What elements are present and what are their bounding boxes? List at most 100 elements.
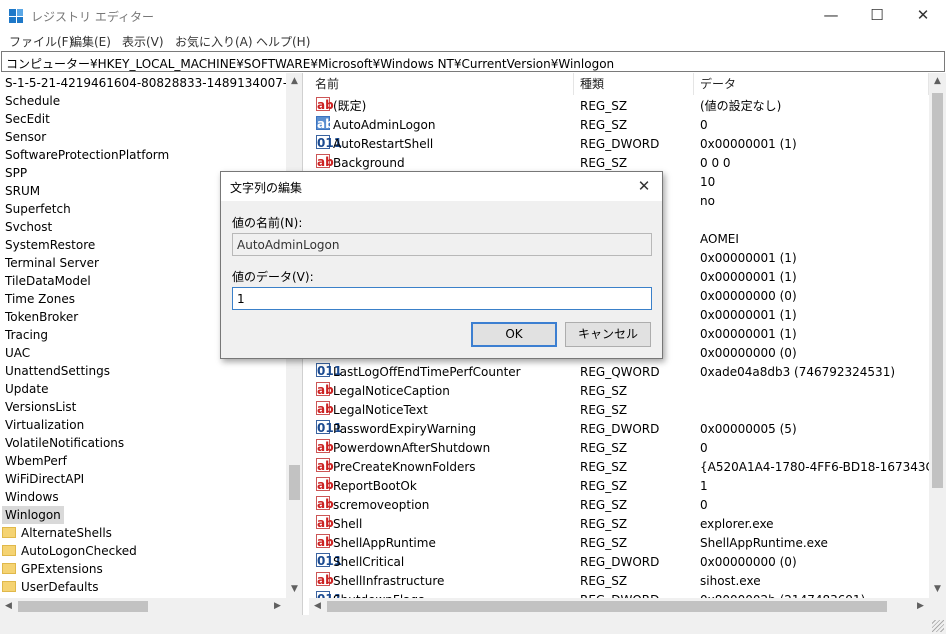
close-button[interactable]: ✕	[900, 0, 946, 30]
scroll-right-arrow-icon[interactable]: ▶	[912, 598, 929, 615]
value-data: 0x00000000 (0)	[700, 555, 797, 569]
tree-child-item[interactable]: AutoLogonChecked	[2, 542, 137, 560]
scroll-down-arrow-icon[interactable]: ▼	[286, 581, 302, 598]
tree-item[interactable]: UAC	[5, 344, 30, 362]
list-hscroll-thumb[interactable]	[327, 601, 887, 612]
value-type: REG_SZ	[580, 118, 628, 132]
tree-item-selected[interactable]: Winlogon	[2, 506, 64, 524]
value-data: 0x00000001 (1)	[700, 137, 797, 151]
tree-item[interactable]: Svchost	[5, 218, 52, 236]
tree-child-item[interactable]: GPExtensions	[2, 560, 103, 578]
minimize-button[interactable]: —	[808, 0, 854, 30]
value-name-label: 値の名前(N):	[232, 216, 303, 230]
menu-file[interactable]: ファイル(F)	[9, 33, 73, 50]
value-type: REG_SZ	[580, 479, 628, 493]
tree-item[interactable]: SoftwareProtectionPlatform	[5, 146, 169, 164]
tree-item[interactable]: Terminal Server	[5, 254, 99, 272]
tree-item[interactable]: WbemPerf	[5, 452, 67, 470]
value-row[interactable]: ab scremoveoption REG_SZ 0	[309, 496, 929, 515]
maximize-button[interactable]: ☐	[854, 0, 900, 30]
tree-item[interactable]: WiFiDirectAPI	[5, 470, 84, 488]
resize-grip-icon[interactable]	[932, 620, 944, 632]
menu-view[interactable]: 表示(V)	[122, 33, 164, 50]
value-data: 0x00000001 (1)	[700, 308, 797, 322]
string-value-icon: ab	[316, 401, 334, 416]
tree-item[interactable]: VersionsList	[5, 398, 76, 416]
value-type: REG_SZ	[580, 384, 628, 398]
menu-edit[interactable]: 編集(E)	[70, 33, 111, 50]
value-row[interactable]: 011 LastLogOffEndTimePerfCounter REG_QWORD…	[309, 363, 929, 382]
column-header-name[interactable]: 名前	[309, 73, 574, 95]
value-data: 0x00000005 (5)	[700, 422, 797, 436]
scroll-up-arrow-icon[interactable]: ▲	[929, 73, 946, 90]
tree-item[interactable]: SPP	[5, 164, 27, 182]
value-row[interactable]: ab PowerdownAfterShutdown REG_SZ 0	[309, 439, 929, 458]
value-data: explorer.exe	[700, 517, 774, 531]
tree-item[interactable]: Windows	[5, 488, 59, 506]
list-vertical-scrollbar[interactable]: ▲ ▼	[929, 73, 946, 598]
tree-item[interactable]: VolatileNotifications	[5, 434, 124, 452]
dialog-close-button[interactable]: ✕	[632, 174, 656, 198]
value-row[interactable]: ab ShellAppRuntime REG_SZ ShellAppRuntime.e…	[309, 534, 929, 553]
tree-item[interactable]: TileDataModel	[5, 272, 91, 290]
value-name: ShellInfrastructure	[333, 574, 445, 588]
value-data-label: 値のデータ(V):	[232, 270, 314, 284]
tree-item[interactable]: SRUM	[5, 182, 40, 200]
scroll-left-arrow-icon[interactable]: ◀	[0, 598, 17, 615]
ok-button[interactable]: OK	[471, 322, 557, 347]
value-row[interactable]: 011 AutoRestartShell REG_DWORD 0x00000001 (…	[309, 135, 929, 154]
tree-hscroll-thumb[interactable]	[18, 601, 148, 612]
tree-item[interactable]: Tracing	[5, 326, 48, 344]
value-row[interactable]: ab LegalNoticeText REG_SZ	[309, 401, 929, 420]
tree-item[interactable]: Superfetch	[5, 200, 71, 218]
value-row[interactable]: 011 PasswordExpiryWarning REG_DWORD 0x00000…	[309, 420, 929, 439]
folder-icon	[2, 527, 16, 538]
tree-child-item[interactable]: AlternateShells	[2, 524, 112, 542]
value-type: REG_DWORD	[580, 137, 660, 151]
tree-horizontal-scrollbar[interactable]: ◀ ▶	[0, 598, 302, 615]
value-row[interactable]: ab (既定) REG_SZ (値の設定なし)	[309, 97, 929, 116]
scroll-right-arrow-icon[interactable]: ▶	[269, 598, 286, 615]
menu-help[interactable]: ヘルプ(H)	[256, 33, 310, 50]
tree-item[interactable]: Sensor	[5, 128, 46, 146]
tree-item[interactable]: Time Zones	[5, 290, 75, 308]
folder-icon	[2, 545, 16, 556]
address-bar[interactable]: コンピューター¥HKEY_LOCAL_MACHINE¥SOFTWARE¥Micr…	[1, 51, 945, 72]
string-value-icon: ab	[316, 534, 334, 549]
scroll-up-arrow-icon[interactable]: ▲	[286, 73, 302, 90]
cancel-button[interactable]: キャンセル	[565, 322, 651, 347]
tree-child-item[interactable]: UserDefaults	[2, 578, 98, 596]
value-type: REG_SZ	[580, 517, 628, 531]
list-horizontal-scrollbar[interactable]: ◀ ▶	[309, 598, 946, 615]
tree-item[interactable]: SecEdit	[5, 110, 50, 128]
scroll-down-arrow-icon[interactable]: ▼	[929, 581, 946, 598]
tree-item[interactable]: Schedule	[5, 92, 60, 110]
value-type: REG_DWORD	[580, 422, 660, 436]
value-name: LegalNoticeCaption	[333, 384, 450, 398]
column-header-type[interactable]: 種類	[574, 73, 694, 95]
value-data: (値の設定なし)	[700, 99, 782, 113]
value-row[interactable]: ab ReportBootOk REG_SZ 1	[309, 477, 929, 496]
value-data: 0x00000000 (0)	[700, 289, 797, 303]
tree-item[interactable]: S-1-5-21-4219461604-80828833-1489134007-…	[5, 74, 302, 92]
value-data: sihost.exe	[700, 574, 761, 588]
column-header-data[interactable]: データ	[694, 73, 929, 95]
list-scroll-thumb[interactable]	[932, 93, 943, 488]
scroll-left-arrow-icon[interactable]: ◀	[309, 598, 326, 615]
tree-item[interactable]: Virtualization	[5, 416, 84, 434]
menu-favorites[interactable]: お気に入り(A)	[175, 33, 253, 50]
value-row[interactable]: ab AutoAdminLogon REG_SZ 0	[309, 116, 929, 135]
value-name: LastLogOffEndTimePerfCounter	[333, 365, 521, 379]
value-row[interactable]: 011 ShellCritical REG_DWORD 0x00000000 (0)	[309, 553, 929, 572]
tree-item[interactable]: UnattendSettings	[5, 362, 110, 380]
value-data-input[interactable]: 1	[232, 287, 652, 310]
value-row[interactable]: ab ShellInfrastructure REG_SZ sihost.exe	[309, 572, 929, 591]
value-row[interactable]: ab Shell REG_SZ explorer.exe	[309, 515, 929, 534]
dword-value-icon: 011	[316, 135, 343, 150]
value-row[interactable]: ab LegalNoticeCaption REG_SZ	[309, 382, 929, 401]
tree-item[interactable]: Update	[5, 380, 48, 398]
value-row[interactable]: ab PreCreateKnownFolders REG_SZ {A520A1A4-1…	[309, 458, 946, 477]
tree-item[interactable]: SystemRestore	[5, 236, 95, 254]
tree-item[interactable]: TokenBroker	[5, 308, 78, 326]
tree-scroll-thumb[interactable]	[289, 465, 300, 500]
